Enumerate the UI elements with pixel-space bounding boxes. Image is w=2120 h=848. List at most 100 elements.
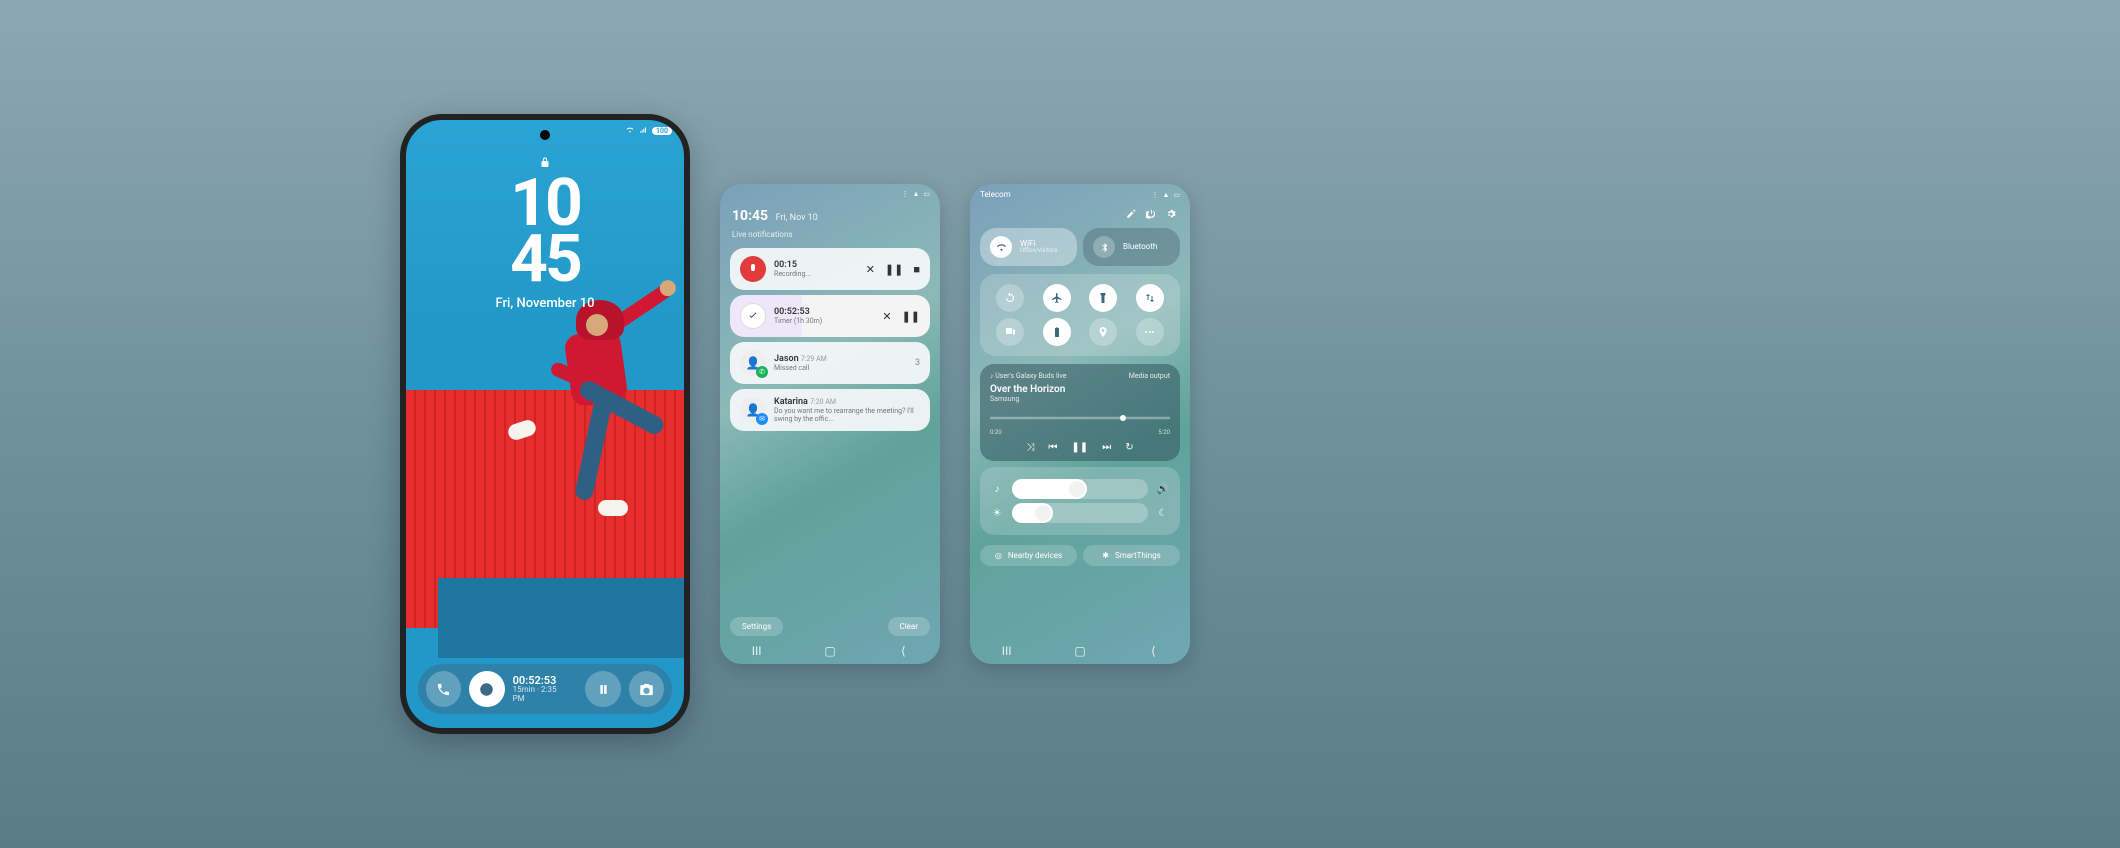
nav-back-icon[interactable]: ⟨ [896, 644, 910, 658]
message-preview: Do you want me to rearrange the meeting?… [774, 407, 920, 423]
bluetooth-label: Bluetooth [1123, 242, 1157, 251]
media-progress[interactable] [990, 409, 1170, 427]
widget-timer-sub: 15min · 2:35 PM [513, 686, 570, 703]
sliders-card: ♪ 🔊 ☀ ☾ [980, 467, 1180, 535]
nav-home-icon[interactable]: ▢ [823, 644, 837, 658]
quick-settings-panel: Telecom ⋮ ▲ ▭ WiFiOffice/visitors Blueto… [970, 184, 1190, 664]
status-bar: 100 [626, 126, 672, 136]
pause-icon[interactable] [585, 671, 620, 707]
screen-record-icon [996, 318, 1024, 346]
cast-icon: ◎ [995, 551, 1002, 560]
flashlight-toggle[interactable] [1083, 284, 1124, 312]
moon-icon[interactable]: ☾ [1156, 508, 1170, 519]
recording-icon [740, 256, 766, 282]
stop-icon[interactable]: ■ [913, 263, 920, 276]
quick-settings-grid [980, 274, 1180, 356]
missed-call-label: Missed call [774, 364, 907, 372]
recording-label: Recording... [774, 270, 858, 278]
clock-icon[interactable] [469, 671, 504, 707]
screen-record-toggle[interactable] [990, 318, 1031, 346]
nav-bar: III ▢ ⟨ [970, 644, 1190, 658]
camera-notch [540, 130, 550, 140]
media-output-button[interactable]: Media output [1129, 372, 1170, 380]
notification-panel: ⋮ ▲ ▭ 10:45 Fri, Nov 10 Live notificatio… [720, 184, 940, 664]
widget-info: 00:52:53 15min · 2:35 PM [513, 675, 570, 703]
avatar: 👤 ✆ [740, 350, 766, 376]
wifi-icon [990, 236, 1012, 258]
nav-recents-icon[interactable]: III [1000, 644, 1014, 658]
close-icon[interactable]: ✕ [882, 310, 891, 323]
battery-indicator: 100 [652, 127, 672, 135]
rotate-toggle[interactable] [990, 284, 1031, 312]
nearby-devices-button[interactable]: ◎ Nearby devices [980, 545, 1077, 566]
smartthings-icon: ✱ [1102, 551, 1109, 560]
panel-clock: 10:45 Fri, Nov 10 [720, 198, 940, 226]
media-total: 5:20 [1158, 429, 1170, 436]
clear-button[interactable]: Clear [888, 617, 930, 636]
wifi-icon: ⋮ [901, 190, 908, 198]
wifi-toggle[interactable]: WiFiOffice/visitors [980, 228, 1077, 266]
media-elapsed: 0:20 [990, 429, 1002, 436]
bluetooth-toggle[interactable]: Bluetooth [1083, 228, 1180, 266]
pause-icon[interactable]: ❚❚ [902, 310, 920, 323]
notification-missed-call[interactable]: 👤 ✆ Jason 7:29 AM Missed call 3 [730, 342, 930, 384]
wifi-icon: ⋮ [1151, 191, 1158, 199]
data-toggle[interactable] [1130, 284, 1171, 312]
camera-icon[interactable] [629, 671, 664, 707]
rotate-icon [996, 284, 1024, 312]
repeat-icon[interactable]: ↻ [1125, 442, 1133, 453]
notification-timer[interactable]: 00:52:53 Timer (1h 30m) ✕ ❚❚ [730, 295, 930, 337]
notification-count: 3 [915, 358, 920, 368]
next-icon[interactable]: ⏭ [1102, 442, 1111, 453]
carrier-label: Telecom [970, 184, 1021, 199]
signal-icon: ▲ [912, 190, 919, 198]
wifi-network: Office/visitors [1020, 248, 1057, 254]
lockscreen-widget[interactable]: 00:52:53 15min · 2:35 PM [418, 664, 672, 714]
phone-badge-icon: ✆ [756, 366, 768, 378]
clock-date: Fri, November 10 [495, 298, 594, 309]
bluetooth-icon [1093, 236, 1115, 258]
nav-bar: III ▢ ⟨ [720, 644, 940, 658]
pause-icon[interactable]: ❚❚ [885, 263, 903, 276]
lockscreen-phone: 100 10 45 Fri, November 10 [400, 114, 690, 734]
caller-name: Jason [774, 354, 799, 364]
settings-button[interactable]: Settings [730, 617, 783, 636]
panel-date-value: Fri, Nov 10 [776, 213, 818, 223]
volume-slider[interactable]: ♪ 🔊 [990, 479, 1170, 499]
brightness-slider[interactable]: ☀ ☾ [990, 503, 1170, 523]
prev-icon[interactable]: ⏮ [1048, 442, 1057, 453]
shuffle-icon[interactable]: ⤨ [1026, 442, 1034, 453]
message-timestamp: 7:20 AM [810, 398, 836, 406]
nav-back-icon[interactable]: ⟨ [1146, 644, 1160, 658]
settings-icon[interactable] [1166, 209, 1176, 222]
battery-saver-toggle[interactable] [1037, 318, 1078, 346]
speaker-icon[interactable]: 🔊 [1156, 484, 1170, 495]
flashlight-icon [1089, 284, 1117, 312]
lockscreen-clock: 10 45 Fri, November 10 [495, 176, 594, 309]
status-bar: ⋮ ▲ ▭ [720, 184, 940, 198]
recording-time: 00:15 [774, 260, 858, 270]
location-toggle[interactable] [1083, 318, 1124, 346]
signal-icon: ▲ [1162, 191, 1169, 199]
sender-name: Katarina [774, 397, 808, 407]
signal-icon [639, 126, 647, 136]
power-icon[interactable] [1146, 209, 1156, 222]
phone-icon[interactable] [426, 671, 461, 707]
notification-recording[interactable]: 00:15 Recording... ✕ ❚❚ ■ [730, 248, 930, 290]
notification-message[interactable]: 👤 ✉ Katarina 7:20 AM Do you want me to r… [730, 389, 930, 431]
nav-recents-icon[interactable]: III [750, 644, 764, 658]
battery-icon: ▭ [923, 190, 930, 198]
smartthings-button[interactable]: ✱ SmartThings [1083, 545, 1180, 566]
nav-home-icon[interactable]: ▢ [1073, 644, 1087, 658]
call-timestamp: 7:29 AM [801, 355, 827, 363]
close-icon[interactable]: ✕ [866, 263, 875, 276]
timer-time: 00:52:53 [774, 307, 874, 317]
more-toggle[interactable] [1130, 318, 1171, 346]
edit-icon[interactable] [1126, 209, 1136, 222]
airplane-icon [1043, 284, 1071, 312]
media-player-card[interactable]: ♪ User's Galaxy Buds live Media output O… [980, 364, 1180, 461]
timer-label: Timer (1h 30m) [774, 317, 874, 325]
swap-icon [1136, 284, 1164, 312]
pause-icon[interactable]: ❚❚ [1071, 442, 1088, 453]
airplane-toggle[interactable] [1037, 284, 1078, 312]
